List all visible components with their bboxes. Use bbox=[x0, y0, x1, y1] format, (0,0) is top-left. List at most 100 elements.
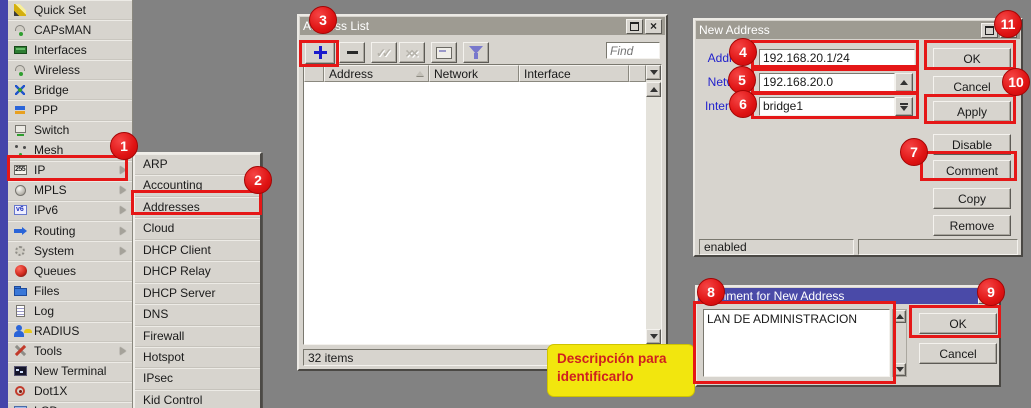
sidebar-item-routing[interactable]: Routing bbox=[8, 221, 132, 241]
header-select-column[interactable] bbox=[304, 65, 324, 82]
scroll-down-button[interactable] bbox=[646, 329, 661, 344]
network-up-button[interactable] bbox=[895, 73, 913, 92]
minus-icon bbox=[347, 51, 358, 54]
sidebar-item-label: Log bbox=[34, 304, 54, 318]
step-badge-3: 3 bbox=[309, 6, 337, 34]
step-badge-2: 2 bbox=[244, 166, 272, 194]
disable-button[interactable]: Disable bbox=[933, 134, 1011, 155]
sidebar-item-capsman[interactable]: CAPsMAN bbox=[8, 20, 132, 40]
menu-item-dhcp-relay[interactable]: DHCP Relay bbox=[135, 261, 260, 282]
sidebar-item-queues[interactable]: Queues bbox=[8, 261, 132, 281]
filter-funnel-icon bbox=[469, 46, 483, 59]
sidebar-item-quick-set[interactable]: Quick Set bbox=[8, 0, 132, 20]
window-edge-strip bbox=[0, 0, 8, 408]
files-folder-icon bbox=[13, 284, 28, 298]
step-badge-4: 4 bbox=[729, 38, 757, 66]
sidebar-item-new-terminal[interactable]: New Terminal bbox=[8, 362, 132, 382]
enabled-status-label: enabled bbox=[704, 240, 747, 254]
maximize-button[interactable] bbox=[626, 19, 643, 34]
menu-item-dhcp-server[interactable]: DHCP Server bbox=[135, 283, 260, 304]
submenu-arrow-icon bbox=[120, 347, 126, 355]
column-select-button[interactable] bbox=[646, 65, 661, 80]
sidebar-item-label: System bbox=[34, 244, 74, 258]
sidebar-item-system[interactable]: System bbox=[8, 241, 132, 261]
remove-button[interactable]: Remove bbox=[933, 215, 1011, 236]
remove-address-button[interactable] bbox=[339, 42, 365, 63]
sidebar-item-ipv6[interactable]: IPv6 bbox=[8, 201, 132, 221]
menu-item-firewall[interactable]: Firewall bbox=[135, 326, 260, 347]
menu-item-addresses[interactable]: Addresses bbox=[135, 197, 260, 218]
scroll-up-button[interactable] bbox=[893, 310, 906, 323]
sidebar-item-log[interactable]: Log bbox=[8, 301, 132, 321]
system-gear-icon bbox=[13, 244, 28, 258]
sidebar-item-interfaces[interactable]: Interfaces bbox=[8, 40, 132, 60]
comment-cancel-button[interactable]: Cancel bbox=[919, 343, 997, 364]
sidebar-item-label: Interfaces bbox=[34, 43, 87, 57]
ok-button[interactable]: OK bbox=[933, 48, 1011, 69]
address-list-title: Address List bbox=[303, 19, 624, 33]
header-network-label: Network bbox=[434, 67, 478, 81]
menu-item-dhcp-client[interactable]: DHCP Client bbox=[135, 240, 260, 261]
menu-item-ipsec[interactable]: IPsec bbox=[135, 368, 260, 389]
enable-button[interactable] bbox=[371, 42, 397, 63]
tools-icon bbox=[13, 344, 28, 358]
winbox-screen: Quick SetCAPsMAN Interfaces Wireless Bridge… bbox=[0, 0, 1031, 408]
sidebar-item-wireless[interactable]: Wireless bbox=[8, 60, 132, 80]
wand-icon bbox=[13, 3, 28, 17]
scroll-down-button[interactable] bbox=[893, 363, 906, 376]
header-interface[interactable]: Interface bbox=[519, 65, 629, 82]
sidebar-item-lcd[interactable]: LCD bbox=[8, 402, 132, 408]
add-address-button[interactable] bbox=[305, 41, 335, 64]
header-network[interactable]: Network bbox=[429, 65, 519, 82]
header-filler bbox=[629, 65, 646, 82]
menu-item-accounting[interactable]: Accounting bbox=[135, 175, 260, 196]
sidebar-item-ppp[interactable]: PPP bbox=[8, 100, 132, 120]
comment-toolbar-button[interactable] bbox=[431, 42, 457, 63]
menu-item-dns[interactable]: DNS bbox=[135, 304, 260, 325]
address-table: Address Network Interface bbox=[303, 64, 662, 345]
sidebar-item-tools[interactable]: Tools bbox=[8, 342, 132, 362]
sidebar-item-dot1x[interactable]: Dot1X bbox=[8, 382, 132, 402]
maximize-icon bbox=[630, 22, 639, 31]
sidebar-item-files[interactable]: Files bbox=[8, 281, 132, 301]
network-field[interactable]: 192.168.20.0 bbox=[759, 73, 895, 92]
disable-button[interactable] bbox=[399, 42, 425, 63]
comment-dialog-title: Comment for New Address bbox=[701, 289, 976, 303]
sidebar-item-ip[interactable]: IP bbox=[8, 161, 132, 181]
new-address-title: New Address bbox=[699, 23, 979, 37]
interface-field[interactable]: bridge1 bbox=[759, 97, 895, 116]
sidebar-item-mpls[interactable]: MPLS bbox=[8, 181, 132, 201]
apply-button[interactable]: Apply bbox=[933, 101, 1011, 122]
find-input[interactable] bbox=[606, 42, 660, 59]
comment-dialog-titlebar[interactable]: Comment for New Address bbox=[698, 288, 998, 304]
close-button[interactable] bbox=[645, 19, 662, 34]
filter-button[interactable] bbox=[463, 42, 489, 63]
step-badge-9: 9 bbox=[977, 278, 1005, 306]
menu-item-hotspot[interactable]: Hotspot bbox=[135, 347, 260, 368]
comment-scrollbar[interactable] bbox=[892, 309, 907, 377]
copy-button[interactable]: Copy bbox=[933, 188, 1011, 209]
header-address[interactable]: Address bbox=[324, 65, 429, 82]
new-address-titlebar[interactable]: New Address bbox=[696, 21, 1020, 39]
menu-item-cloud[interactable]: Cloud bbox=[135, 218, 260, 239]
comment-button[interactable]: Comment bbox=[933, 160, 1011, 181]
address-list-titlebar[interactable]: Address List bbox=[300, 17, 665, 35]
sidebar-item-radius[interactable]: RADIUS bbox=[8, 322, 132, 342]
mesh-icon bbox=[13, 143, 28, 157]
step-badge-7: 7 bbox=[900, 138, 928, 166]
list-vertical-scrollbar[interactable] bbox=[646, 65, 661, 344]
comment-ok-button[interactable]: OK bbox=[919, 313, 997, 334]
comment-textarea[interactable]: LAN DE ADMINISTRACION bbox=[703, 309, 890, 377]
up-arrow-icon bbox=[900, 80, 908, 85]
cancel-button[interactable]: Cancel bbox=[933, 76, 1011, 97]
menu-item-kid-control[interactable]: Kid Control bbox=[135, 390, 260, 408]
scroll-up-button[interactable] bbox=[646, 82, 661, 97]
bridge-icon bbox=[13, 83, 28, 97]
sidebar-item-label: Bridge bbox=[34, 83, 69, 97]
menu-item-arp[interactable]: ARP bbox=[135, 154, 260, 175]
interface-dropdown-button[interactable] bbox=[895, 97, 913, 116]
address-field[interactable]: 192.168.20.1/24 bbox=[759, 49, 915, 68]
interface-card-icon bbox=[13, 43, 28, 57]
sidebar-item-bridge[interactable]: Bridge bbox=[8, 80, 132, 100]
enabled-status: enabled bbox=[699, 239, 854, 255]
